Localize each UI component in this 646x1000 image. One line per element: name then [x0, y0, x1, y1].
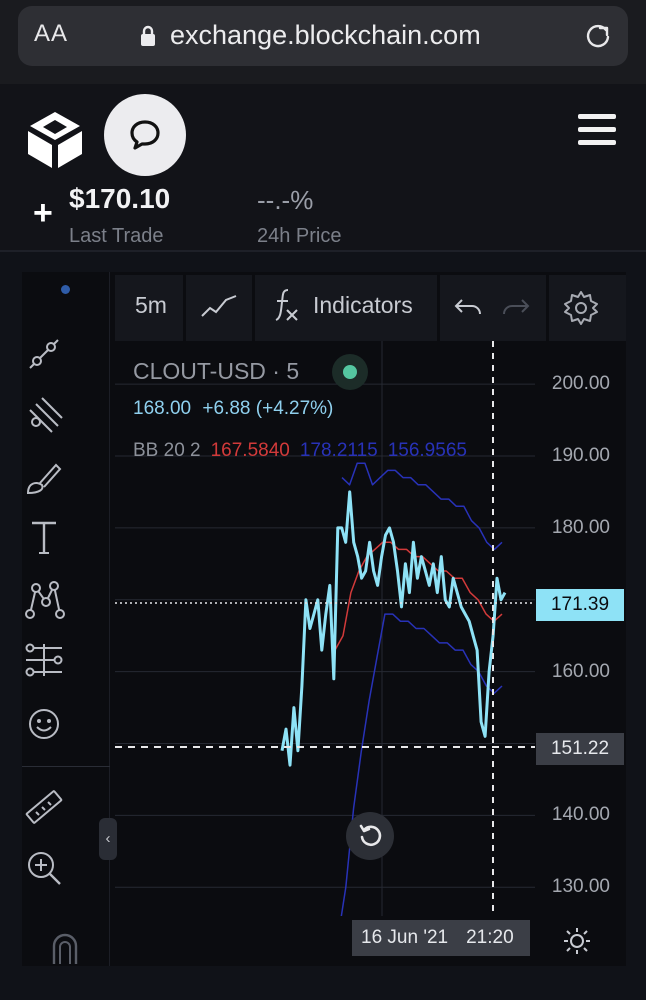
blockchain-logo-icon[interactable]	[26, 110, 84, 170]
legend-change-pct: (+4.27%)	[255, 398, 334, 419]
price-change-value: --.-%	[257, 185, 314, 215]
price-tick-label: 140.00	[551, 804, 610, 826]
reload-icon[interactable]	[584, 22, 612, 50]
toolbar-indicator-dot	[61, 285, 70, 294]
url-bar[interactable]: AA exchange.blockchain.com	[18, 6, 628, 66]
price-line	[280, 490, 507, 767]
indicators-button[interactable]: Indicators	[313, 292, 413, 319]
symbol-label[interactable]: CLOUT-USD · 5	[133, 358, 299, 385]
hamburger-menu-icon[interactable]	[578, 114, 616, 146]
price-chart[interactable]	[110, 341, 535, 916]
price-tick-label: 160.00	[551, 660, 610, 682]
pitchfork-icon[interactable]	[22, 392, 66, 436]
app-header: + $170.10 Last Trade --.-% 24h Price	[0, 84, 646, 252]
text-icon[interactable]	[22, 515, 66, 559]
fx-icon[interactable]	[272, 286, 300, 324]
url-text[interactable]: exchange.blockchain.com	[170, 20, 481, 51]
toolbar-separator	[546, 275, 549, 341]
redo-icon[interactable]	[502, 294, 530, 320]
crosshair-date: 16 Jun '21	[361, 927, 449, 948]
theme-toggle-icon[interactable]	[562, 926, 592, 956]
legend-price: 168.00	[133, 398, 192, 419]
browser-bar: AA exchange.blockchain.com	[0, 0, 646, 84]
bb-legend[interactable]: BB 20 2 167.5840 178.2115 156.9565	[133, 440, 467, 462]
toolbar-separator	[437, 275, 440, 341]
bb-name: BB 20 2	[133, 440, 201, 461]
price-tick-label: 190.00	[551, 445, 610, 466]
series-layer	[280, 462, 507, 916]
bb-upper-value: 178.2115	[299, 440, 378, 461]
chat-bubble-icon	[130, 120, 160, 150]
price-change-label: 24h Price	[257, 225, 342, 247]
measure-tool-icon[interactable]	[22, 640, 66, 684]
interval-button[interactable]: 5m	[135, 292, 167, 319]
crosshair-time-badge: 16 Jun '21 21:20	[352, 920, 530, 956]
settings-icon[interactable]	[563, 290, 599, 326]
pattern-icon[interactable]	[22, 578, 66, 622]
undo-icon[interactable]	[454, 294, 482, 320]
crosshair-price-badge: 151.22	[536, 733, 624, 765]
toolbar-separator	[252, 275, 255, 341]
zoom-in-icon[interactable]	[22, 846, 66, 890]
last-trade-value: $170.10	[69, 183, 171, 214]
legend-change: +6.88	[202, 398, 251, 419]
rotate-icon	[359, 824, 382, 847]
brush-icon[interactable]	[22, 455, 66, 499]
price-tick-label: 200.00	[551, 373, 610, 395]
lock-icon	[141, 25, 155, 46]
bb-lower-value: 156.9565	[387, 440, 467, 461]
bb-upper-line	[341, 462, 503, 551]
toolbar-separator	[183, 275, 186, 341]
price-tick-label: 130.00	[551, 876, 610, 898]
chart-type-icon[interactable]	[200, 292, 238, 322]
text-size-button[interactable]: AA	[34, 20, 68, 48]
reset-chart-button[interactable]	[346, 812, 394, 860]
trend-line-icon[interactable]	[22, 332, 66, 376]
last-price-badge: 171.39	[536, 589, 624, 621]
chat-button[interactable]	[104, 94, 186, 176]
price-tick-label: 180.00	[551, 516, 610, 538]
ruler-icon[interactable]	[22, 786, 66, 830]
last-trade-label: Last Trade	[69, 225, 164, 247]
market-status-dot	[332, 354, 368, 390]
price-legend: 168.00 +6.88 (+4.27%)	[133, 398, 333, 420]
toolbar-divider	[22, 766, 110, 767]
bb-middle-value: 167.5840	[210, 440, 290, 461]
emoji-icon[interactable]	[22, 702, 66, 746]
magnet-icon[interactable]	[48, 930, 82, 964]
plus-icon[interactable]: +	[33, 196, 53, 230]
crosshair-time: 21:20	[466, 927, 514, 948]
price-axis[interactable]: 200.00190.00180.00170.00160.00150.00140.…	[535, 341, 626, 916]
bb-middle-line	[334, 541, 503, 651]
